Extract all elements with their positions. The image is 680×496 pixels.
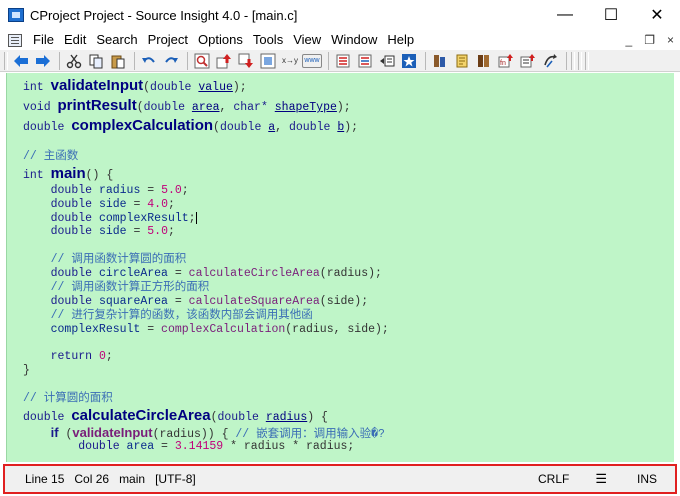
status-menu-icon[interactable]: ☰	[595, 471, 607, 487]
status-line[interactable]: Line 15	[25, 472, 64, 486]
sync-icon[interactable]	[540, 52, 560, 70]
menu-view[interactable]: View	[288, 30, 326, 50]
list-icon[interactable]	[377, 52, 397, 70]
menu-project[interactable]: Project	[143, 30, 193, 50]
svg-text:fn: fn	[500, 60, 506, 67]
toolbar-separator	[134, 51, 135, 70]
window-controls: — ☐ ✕	[542, 0, 680, 30]
code-area[interactable]: int validateInput(double value); void pr…	[23, 76, 674, 454]
menu-help[interactable]: Help	[382, 30, 419, 50]
code-editor[interactable]: int validateInput(double value); void pr…	[6, 73, 674, 462]
status-encoding[interactable]: [UTF-8]	[155, 472, 196, 486]
code-line: double squareArea = calculateSquareArea(…	[50, 294, 369, 308]
code-line: int validateInput(double value);	[23, 77, 247, 94]
code-line: double radius = 5.0;	[50, 183, 189, 197]
code-comment: // 进行复杂计算的函数，该函数内部会调用其他函	[50, 308, 313, 322]
doc-close-button[interactable]: ×	[667, 30, 674, 50]
code-line: double circleArea = calculateCircleArea(…	[50, 267, 382, 281]
toolbar-grip[interactable]	[4, 51, 8, 70]
menu-tools[interactable]: Tools	[248, 30, 288, 50]
code-line: double complexCalculation(double a, doub…	[23, 117, 359, 134]
code-line: void printResult(double area, char* shap…	[23, 97, 351, 114]
window-title: CProject Project - Source Insight 4.0 - …	[30, 7, 298, 23]
status-left: Line 15 Col 26 main [UTF-8]	[25, 472, 196, 486]
toolbar-grip[interactable]	[585, 51, 589, 70]
menu-bar: File Edit Search Project Options Tools V…	[0, 30, 680, 50]
code-comment: // 计算圆的面积	[23, 392, 113, 406]
status-right: CRLF ☰ INS	[538, 466, 657, 492]
code-line: double side = 4.0;	[50, 197, 175, 211]
forward-arrow-icon[interactable]	[33, 52, 53, 70]
text-cursor	[195, 211, 197, 224]
code-line: int main() {	[23, 164, 114, 182]
menu-window[interactable]: Window	[326, 30, 382, 50]
status-insert-mode[interactable]: INS	[637, 472, 657, 486]
editor-gutter[interactable]	[7, 73, 21, 462]
code-line: double side = 5.0;	[50, 225, 175, 239]
close-button[interactable]: ✕	[634, 0, 680, 30]
undo-icon[interactable]	[139, 52, 159, 70]
bookmark-prev-icon[interactable]	[333, 52, 353, 70]
code-comment: // 调用函数计算圆的面积	[50, 253, 187, 267]
project-icon[interactable]	[474, 52, 494, 70]
code-line: }	[23, 364, 30, 378]
replace-icon[interactable]: x→y	[280, 52, 300, 70]
symbol-icon[interactable]	[518, 52, 538, 70]
copy-icon[interactable]	[86, 52, 106, 70]
document-menu-icon[interactable]	[8, 33, 22, 47]
toolbar-separator	[59, 51, 60, 70]
star-icon[interactable]	[399, 52, 419, 70]
cut-icon[interactable]	[64, 52, 84, 70]
document-window-controls: _ ❐ ×	[626, 30, 674, 50]
code-comment: // 调用函数计算正方形的面积	[50, 281, 210, 295]
title-bar: CProject Project - Source Insight 4.0 - …	[0, 0, 680, 30]
back-arrow-icon[interactable]	[11, 52, 31, 70]
menu-file[interactable]: File	[28, 30, 59, 50]
doc-restore-button[interactable]: ❐	[644, 30, 655, 50]
code-comment: // 主函数	[23, 149, 79, 163]
lookup-icon[interactable]	[258, 52, 278, 70]
function-icon[interactable]: fn	[496, 52, 516, 70]
code-line-current: double complexResult;	[50, 211, 197, 225]
menu-search[interactable]: Search	[91, 30, 142, 50]
code-line: complexResult = complexCalculation(radiu…	[50, 322, 389, 336]
toolbar-separator	[187, 51, 188, 70]
search-icon[interactable]	[192, 52, 212, 70]
status-line-ending[interactable]: CRLF	[538, 472, 569, 486]
status-bar: Line 15 Col 26 main [UTF-8] CRLF ☰ INS	[3, 464, 677, 494]
status-function[interactable]: main	[119, 472, 145, 486]
toolbar-separator	[566, 51, 567, 70]
code-line: return 0;	[50, 350, 113, 364]
www-icon[interactable]: www	[302, 53, 322, 68]
code-line: if (validateInput(radius)) { // 嵌套调用：调用输…	[50, 425, 385, 442]
menu-edit[interactable]: Edit	[59, 30, 91, 50]
bookmark-next-icon[interactable]	[355, 52, 375, 70]
toolbar-separator	[425, 51, 426, 70]
code-line: double area = 3.14159 * radius * radius;	[78, 439, 355, 453]
menu-options[interactable]: Options	[193, 30, 248, 50]
book-icon[interactable]	[430, 52, 450, 70]
toolbar-grip[interactable]	[578, 51, 582, 70]
minimize-button[interactable]: —	[542, 0, 588, 30]
toolbar-grip[interactable]	[571, 51, 575, 70]
maximize-button[interactable]: ☐	[588, 0, 634, 30]
doc-minimize-button[interactable]: _	[626, 30, 633, 50]
jump-down-icon[interactable]	[236, 52, 256, 70]
toolbar: x→y www fn	[0, 50, 680, 72]
source-insight-app-icon	[8, 8, 24, 22]
code-line: double calculateCircleArea(double radius…	[23, 407, 328, 425]
toolbar-separator	[328, 51, 329, 70]
status-column[interactable]: Col 26	[74, 472, 109, 486]
tag-icon[interactable]	[452, 52, 472, 70]
redo-icon[interactable]	[161, 52, 181, 70]
jump-up-icon[interactable]	[214, 52, 234, 70]
paste-icon[interactable]	[108, 52, 128, 70]
